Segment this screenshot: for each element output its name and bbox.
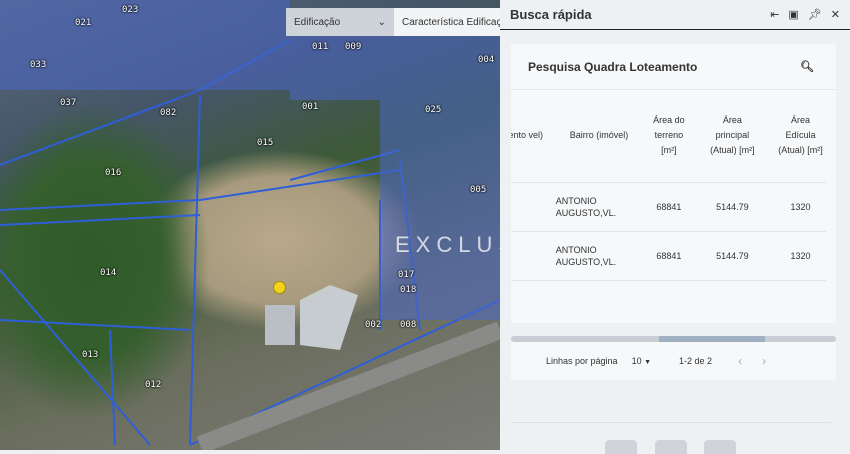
cell-area-principal: 5144.79 bbox=[689, 181, 776, 231]
parcel-label[interactable]: 016 bbox=[105, 168, 121, 178]
table-header: mento vel) Bairro (imóvel) Área do terre… bbox=[511, 90, 826, 182]
window-icon[interactable]: ▣ bbox=[788, 8, 798, 21]
location-marker[interactable] bbox=[273, 281, 286, 294]
table-row[interactable]: ANTONIO AUGUSTO,VL. 68841 5144.79 1320 bbox=[511, 181, 826, 231]
parcel-label[interactable]: 002 bbox=[365, 320, 381, 330]
parcel-label[interactable]: 017 bbox=[398, 270, 414, 280]
parcel-label[interactable]: 011 bbox=[312, 42, 328, 52]
parcel-label[interactable]: 023 bbox=[122, 5, 138, 15]
footer-button-3[interactable] bbox=[704, 440, 736, 454]
map-view[interactable]: 014 016 013 012 001 017 004 025 023 011 009 021 037 0… bbox=[0, 0, 500, 450]
parcel-label[interactable]: 037 bbox=[60, 98, 76, 108]
cell-area-edicula: 1320 bbox=[775, 181, 826, 231]
next-page-icon[interactable]: › bbox=[762, 354, 766, 368]
parcel-label[interactable]: 015 bbox=[257, 138, 273, 148]
column-header-area-principal[interactable]: Área principal (Atual) [m²] bbox=[690, 90, 775, 182]
rows-per-page-label: Linhas por página bbox=[546, 356, 618, 366]
edificacao-dropdown-label: Edificação bbox=[294, 16, 341, 28]
cell-lot bbox=[511, 230, 550, 280]
pin-icon[interactable]: 📌︎ bbox=[808, 8, 822, 21]
parcel-label[interactable]: 082 bbox=[160, 108, 176, 118]
table-row[interactable]: ANTONIO AUGUSTO,VL. 68841 5144.79 1320 bbox=[511, 230, 826, 280]
cell-bairro: ANTONIO AUGUSTO,VL. bbox=[549, 181, 649, 231]
footer-button-1[interactable] bbox=[605, 440, 637, 454]
cell-bairro: ANTONIO AUGUSTO,VL. bbox=[549, 230, 649, 280]
quick-search-panel: Busca rápida ⇤ ▣ 📌︎ ✕ Pesquisa Quadra Lo… bbox=[500, 0, 850, 454]
divider bbox=[511, 422, 831, 423]
close-icon[interactable]: ✕ bbox=[831, 8, 840, 21]
pagination: Linhas por página 10 ▼ 1-2 de 2 ‹ › bbox=[511, 342, 836, 380]
results-card: Pesquisa Quadra Loteamento 🔍︎ mento vel)… bbox=[511, 44, 836, 323]
rows-per-page-select[interactable]: 10 ▼ bbox=[632, 356, 651, 366]
caret-down-icon: ▼ bbox=[644, 359, 652, 366]
cell-area-terreno: 68841 bbox=[648, 230, 690, 280]
parcel-label[interactable]: 009 bbox=[345, 42, 361, 52]
parcel-label[interactable]: 025 bbox=[425, 105, 441, 115]
column-header-area-terreno[interactable]: Área do terreno [m²] bbox=[648, 90, 690, 182]
parcel-label[interactable]: 033 bbox=[30, 60, 46, 70]
caracteristica-edificacao-tab[interactable]: Característica Edificação bbox=[394, 8, 500, 36]
page-range: 1-2 de 2 bbox=[679, 356, 713, 366]
cell-lot bbox=[511, 181, 550, 231]
cell-area-terreno: 68841 bbox=[648, 181, 690, 231]
rows-per-page-value: 10 bbox=[631, 356, 642, 366]
parcel-label[interactable]: 005 bbox=[470, 185, 486, 195]
panel-title: Busca rápida bbox=[510, 7, 592, 22]
chevron-down-icon: ⌄ bbox=[377, 16, 386, 28]
collapse-left-icon[interactable]: ⇤ bbox=[770, 8, 779, 21]
column-header-bairro[interactable]: Bairro (imóvel) bbox=[550, 90, 648, 182]
parcel-label[interactable]: 021 bbox=[75, 18, 91, 28]
column-header-lot[interactable]: mento vel) bbox=[511, 90, 550, 182]
parcel-label[interactable]: 013 bbox=[82, 350, 98, 360]
panel-header: Busca rápida ⇤ ▣ 📌︎ ✕ bbox=[500, 0, 850, 30]
results-table: mento vel) Bairro (imóvel) Área do terre… bbox=[511, 90, 826, 323]
column-header-area-edicula[interactable]: Área Edícula (Atual) [m²] bbox=[775, 90, 826, 182]
parcel-label[interactable]: 008 bbox=[400, 320, 416, 330]
prev-page-icon[interactable]: ‹ bbox=[738, 354, 742, 368]
parcel-label[interactable]: 004 bbox=[478, 55, 494, 65]
edificacao-dropdown[interactable]: Edificação ⌄ bbox=[286, 8, 394, 36]
parcel-label[interactable]: 014 bbox=[100, 268, 116, 278]
parcel-label[interactable]: 001 bbox=[302, 102, 318, 112]
parcel-label[interactable]: 012 bbox=[145, 380, 161, 390]
cell-area-edicula: 1320 bbox=[775, 230, 826, 280]
watermark: EXCLUS bbox=[395, 232, 500, 257]
footer-button-2[interactable] bbox=[655, 440, 687, 454]
search-icon[interactable]: 🔍︎ bbox=[800, 60, 814, 73]
search-title: Pesquisa Quadra Loteamento bbox=[528, 59, 698, 74]
cell-area-principal: 5144.79 bbox=[689, 230, 776, 280]
parcel-boundaries bbox=[0, 0, 500, 450]
parcel-label[interactable]: 018 bbox=[400, 285, 416, 295]
